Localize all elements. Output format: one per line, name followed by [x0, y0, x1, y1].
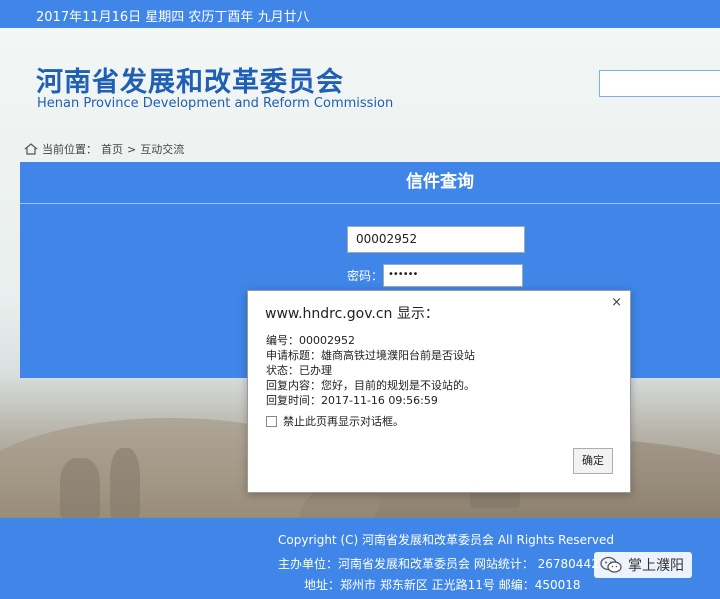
- breadcrumb: 当前位置： 首页 > 互动交流: [24, 141, 184, 157]
- footer: Copyright (C) 河南省发展和改革委员会 All Rights Res…: [0, 518, 720, 599]
- background-tree: [60, 458, 100, 518]
- dialog-message: 编号：00002952 申请标题：雄商高铁过境濮阳台前是否设站 状态：已办理 回…: [266, 333, 475, 408]
- close-icon[interactable]: ×: [611, 295, 622, 310]
- password-label: 密码：: [347, 269, 384, 283]
- site-title: 河南省发展和改革委员会: [36, 67, 344, 98]
- background-tree: [110, 448, 140, 518]
- dialog-line-status: 状态：已办理: [266, 364, 332, 377]
- top-date-bar: 2017年11月16日 星期四 农历丁酉年 九月廿八: [0, 0, 720, 28]
- dialog-line-number: 编号：00002952: [266, 334, 355, 347]
- dialog-line-reply: 回复内容：您好，目前的规划是不设站的。: [266, 379, 475, 392]
- footer-copyright: Copyright (C) 河南省发展和改革委员会 All Rights Res…: [278, 533, 615, 547]
- current-date: 2017年11月16日 星期四 农历丁酉年 九月廿八: [36, 10, 310, 25]
- wechat-watermark: 掌上濮阳: [594, 552, 692, 578]
- breadcrumb-separator: >: [127, 142, 137, 156]
- wechat-icon: [600, 556, 622, 573]
- password-input[interactable]: ••••••: [383, 264, 523, 287]
- dialog-line-title: 申请标题：雄商高铁过境濮阳台前是否设站: [266, 349, 475, 362]
- suppress-dialogs-option[interactable]: 禁止此页再显示对话框。: [266, 413, 404, 429]
- dialog-header: www.hndrc.gov.cn 显示：: [265, 306, 439, 322]
- home-icon: [24, 143, 38, 155]
- letter-number-input[interactable]: 00002952: [347, 226, 525, 253]
- search-input[interactable]: [599, 70, 720, 97]
- suppress-dialogs-label: 禁止此页再显示对话框。: [283, 415, 404, 428]
- breadcrumb-home-link[interactable]: 首页: [101, 141, 123, 157]
- panel-title: 信件查询: [406, 172, 474, 192]
- dialog-line-time: 回复时间：2017-11-16 09:56:59: [266, 394, 438, 407]
- alert-dialog: × www.hndrc.gov.cn 显示： 编号：00002952 申请标题：…: [247, 290, 631, 493]
- breadcrumb-label: 当前位置：: [42, 143, 97, 156]
- watermark-label: 掌上濮阳: [628, 558, 684, 574]
- breadcrumb-current[interactable]: 互动交流: [140, 141, 184, 157]
- footer-address: 地址：郑州市 郑东新区 正光路11号 邮编：450018: [304, 578, 581, 592]
- ok-button[interactable]: 确定: [573, 448, 613, 474]
- footer-sponsor: 主办单位：河南省发展和改革委员会 网站统计： 26780442: [278, 557, 599, 571]
- suppress-dialogs-checkbox[interactable]: [266, 415, 277, 427]
- site-subtitle: Henan Province Development and Reform Co…: [37, 96, 394, 111]
- panel-divider: [20, 203, 720, 204]
